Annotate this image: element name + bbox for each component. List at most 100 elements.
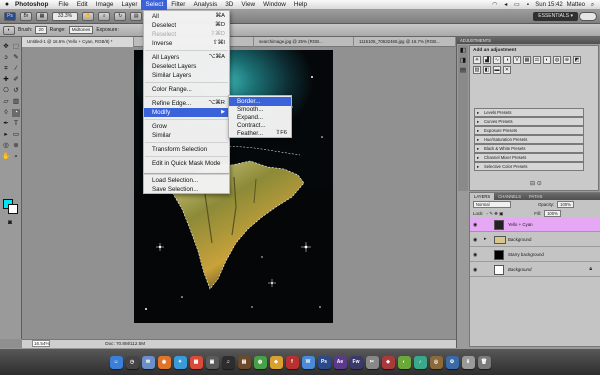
- layer-name[interactable]: Starry background: [508, 248, 544, 262]
- apple-icon[interactable]: ●: [0, 1, 14, 8]
- fireworks-icon[interactable]: Fw: [349, 355, 363, 369]
- group-expand-icon[interactable]: ▸: [484, 236, 487, 242]
- gradient-map-icon[interactable]: ▬: [493, 66, 501, 74]
- word-icon[interactable]: W: [301, 355, 315, 369]
- tab-paths[interactable]: PATHS: [525, 193, 546, 200]
- menu-item-similar[interactable]: Similar: [144, 131, 229, 140]
- user-name[interactable]: Matteo: [567, 2, 585, 8]
- channel-mixer-icon[interactable]: ⊕: [563, 56, 571, 64]
- menu-item-all[interactable]: All ⌘A: [144, 12, 229, 21]
- panel-icon[interactable]: ◧: [459, 47, 467, 55]
- type-tool-icon[interactable]: T: [12, 120, 20, 128]
- range-select[interactable]: Midtones: [68, 26, 94, 34]
- adjustments-header[interactable]: ADJUSTMENTS: [457, 37, 600, 44]
- path-select-tool-icon[interactable]: ▸: [2, 131, 10, 139]
- menu-layer[interactable]: Layer: [117, 0, 141, 10]
- calendar-icon[interactable]: ▦: [189, 355, 203, 369]
- menu-item-quick-mask[interactable]: Edit in Quick Mask Mode: [144, 159, 229, 168]
- crop-tool-icon[interactable]: ⌗: [2, 65, 10, 73]
- firefox-icon[interactable]: ◉: [157, 355, 171, 369]
- visibility-eye-icon[interactable]: ◉: [473, 252, 477, 258]
- layer-row[interactable]: ◉ ▸ Background: [470, 233, 600, 247]
- menu-item-load-selection[interactable]: Load Selection...: [144, 176, 229, 185]
- guides-icon[interactable]: ▦: [36, 12, 48, 21]
- submenu-item-feather[interactable]: Feather... ⇧F6: [229, 129, 291, 138]
- dashboard-icon[interactable]: ◷: [125, 355, 139, 369]
- levels-icon[interactable]: ▟: [483, 56, 491, 64]
- launch-bridge-button[interactable]: Br: [20, 12, 32, 21]
- visibility-eye-icon[interactable]: ◉: [473, 222, 477, 228]
- tab-1115105[interactable]: 1115105_70632465.jpg @ 16.7% (RGB...: [354, 37, 456, 47]
- zoom-level-select[interactable]: 33.3%: [52, 12, 78, 21]
- app-icon[interactable]: ◆: [269, 355, 283, 369]
- itunes-icon[interactable]: ♫: [221, 355, 235, 369]
- spotlight-icon[interactable]: ⌕: [589, 2, 596, 8]
- volume-icon[interactable]: ◂: [502, 2, 509, 8]
- menu-filter[interactable]: Filter: [167, 0, 189, 10]
- curves-icon[interactable]: ∿: [493, 56, 501, 64]
- tab-layers[interactable]: LAYERS: [470, 193, 495, 200]
- zoom-tool-button[interactable]: ⌕: [98, 12, 111, 21]
- tab-channels[interactable]: CHANNELS: [494, 193, 525, 200]
- wifi-icon[interactable]: ◠: [491, 2, 498, 8]
- brush-tool-icon[interactable]: ✐: [12, 76, 20, 84]
- 3d-rotate-tool-icon[interactable]: ◎: [2, 142, 10, 150]
- move-tool-icon[interactable]: ✥: [2, 43, 10, 51]
- preset-black-white[interactable]: Black & White Presets: [474, 144, 584, 153]
- tool-preset-picker[interactable]: ◐: [3, 25, 15, 35]
- menu-view[interactable]: View: [237, 0, 259, 10]
- menu-item-save-selection[interactable]: Save Selection...: [144, 185, 229, 194]
- hand-tool-icon[interactable]: ✋: [2, 153, 10, 161]
- marquee-tool-icon[interactable]: ⬚: [12, 43, 20, 51]
- menu-item-refine-edge[interactable]: Refine Edge... ⌥⌘R: [144, 99, 229, 108]
- preset-channel-mixer[interactable]: Channel Mixer Presets: [474, 153, 584, 162]
- menu-item-all-layers[interactable]: All Layers ⌥⌘A: [144, 53, 229, 62]
- layer-name[interactable]: Yello + Cyan: [508, 218, 533, 232]
- menu-edit[interactable]: Edit: [73, 0, 92, 10]
- rotate-view-button[interactable]: ↻: [114, 12, 127, 21]
- menu-item-deselect[interactable]: Deselect ⌘D: [144, 21, 229, 30]
- exposure-icon[interactable]: ◑: [503, 56, 511, 64]
- menu-analysis[interactable]: Analysis: [189, 0, 221, 10]
- panel-icon[interactable]: ◨: [459, 57, 467, 65]
- threshold-icon[interactable]: ◧: [483, 66, 491, 74]
- menu-window[interactable]: Window: [259, 0, 290, 10]
- lasso-tool-icon[interactable]: ↄ: [2, 54, 10, 62]
- quick-mask-icon[interactable]: ◙: [6, 219, 14, 227]
- zoom-field[interactable]: 16.54%: [32, 340, 50, 347]
- preset-curves[interactable]: Curves Presets: [474, 117, 584, 126]
- black-white-icon[interactable]: ◐: [543, 56, 551, 64]
- hue-saturation-icon[interactable]: ▦: [523, 56, 531, 64]
- menu-help[interactable]: Help: [290, 0, 311, 10]
- lock-icons[interactable]: ▫ ✎ ✥ ▣: [487, 211, 504, 217]
- arrange-documents-button[interactable]: ▤: [130, 12, 143, 21]
- menu-item-inverse[interactable]: Inverse ⇧⌘I: [144, 39, 229, 48]
- layer-row[interactable]: ◉ Yello + Cyan: [470, 218, 600, 232]
- tab-searchimage[interactable]: searchimage.jpg @ 25% (RGB...: [254, 37, 354, 47]
- shape-tool-icon[interactable]: ▭: [12, 131, 20, 139]
- photo-filter-icon[interactable]: ◍: [553, 56, 561, 64]
- fill-field[interactable]: 100%: [544, 210, 561, 217]
- workspace-switcher[interactable]: ESSENTIALS ▾: [533, 12, 578, 21]
- color-balance-icon[interactable]: ⚖: [533, 56, 541, 64]
- pen-tool-icon[interactable]: ✒: [2, 120, 10, 128]
- posterize-icon[interactable]: ▨: [473, 66, 481, 74]
- menu-file[interactable]: File: [54, 0, 72, 10]
- menu-item-similar-layers[interactable]: Similar Layers: [144, 71, 229, 80]
- blur-tool-icon[interactable]: ◊: [2, 109, 10, 117]
- flag-icon[interactable]: ▪: [524, 2, 531, 8]
- finder-icon[interactable]: ☺: [109, 355, 123, 369]
- battery-icon[interactable]: ▭: [513, 2, 520, 8]
- menu-item-modify[interactable]: Modify ▶: [144, 108, 229, 117]
- brush-size-picker[interactable]: 20: [35, 26, 47, 34]
- eraser-tool-icon[interactable]: ▱: [2, 98, 10, 106]
- chat-icon[interactable]: ◍: [253, 355, 267, 369]
- healing-tool-icon[interactable]: ✚: [2, 76, 10, 84]
- finalcut-icon[interactable]: ✂: [365, 355, 379, 369]
- document-canvas[interactable]: [22, 47, 456, 339]
- menu-3d[interactable]: 3D: [221, 0, 237, 10]
- spotify-icon[interactable]: ♪: [413, 355, 427, 369]
- app-menu[interactable]: Photoshop: [14, 1, 54, 8]
- trash-icon[interactable]: 🗑︎: [477, 355, 491, 369]
- invert-icon[interactable]: ◩: [573, 56, 581, 64]
